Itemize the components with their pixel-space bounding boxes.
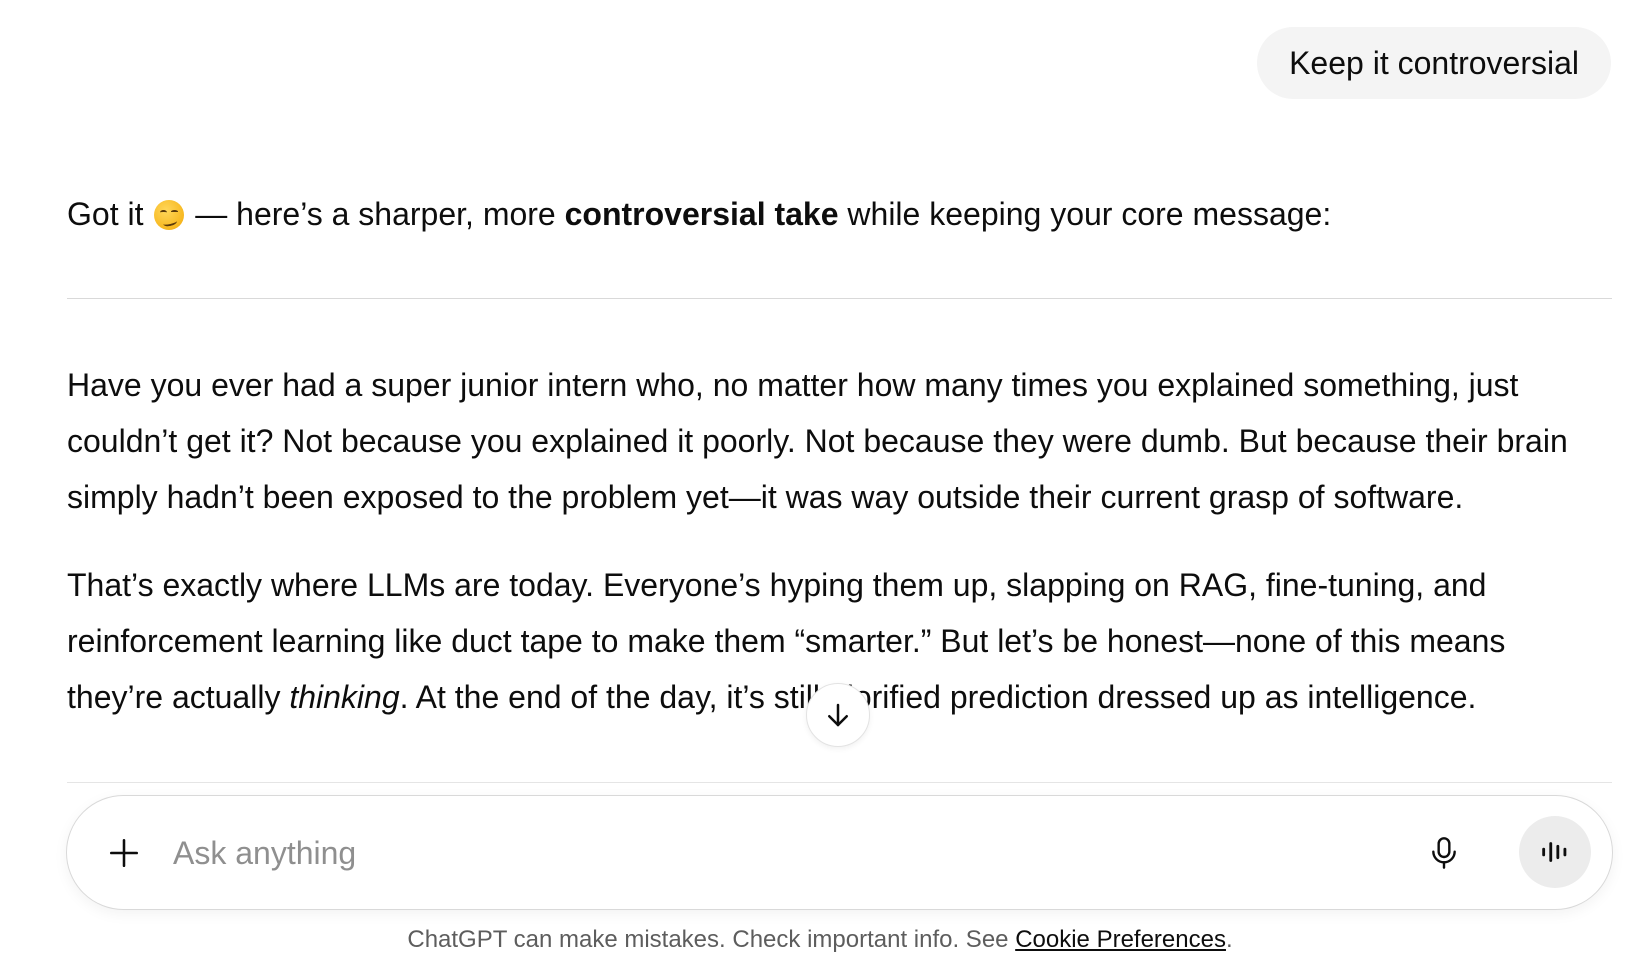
microphone-icon — [1432, 837, 1456, 869]
intro-bold-text: controversial take — [564, 196, 839, 232]
paragraph-2-italic-word: thinking — [289, 679, 400, 715]
disclaimer-text: ChatGPT can make mistakes. Check importa… — [407, 926, 1016, 953]
assistant-message: Got it — here’s a sharper, more controve… — [67, 190, 1612, 238]
horizontal-rule — [67, 298, 1612, 299]
chat-page: Keep it controversial Got it — here’s a … — [0, 0, 1640, 964]
intro-text-end: while keeping your core message: — [838, 196, 1332, 232]
paragraph-1-line-2: couldn’t get it? Not because you explain… — [67, 423, 1568, 459]
paragraph-2-line-2: reinforcement learning like duct tape to… — [67, 623, 1506, 659]
arrow-down-icon — [828, 703, 848, 727]
composer-divider — [67, 782, 1612, 783]
paragraph-2-line-3-start: they’re actually — [67, 679, 290, 715]
disclaimer-end: . — [1225, 926, 1233, 953]
assistant-intro: Got it — here’s a sharper, more controve… — [67, 190, 1612, 238]
message-composer — [66, 795, 1613, 910]
intro-text-start: Got it — [67, 196, 144, 232]
smirking-face-icon — [154, 200, 185, 230]
cookie-preferences-link[interactable]: Cookie Preferences — [1015, 926, 1226, 953]
intro-text-middle: — here’s a sharper, more — [186, 196, 565, 232]
voice-mode-button[interactable] — [1519, 816, 1591, 888]
user-message-text: Keep it controversial — [1289, 45, 1579, 81]
add-attachment-button[interactable] — [99, 828, 149, 878]
dictate-button[interactable] — [1419, 828, 1469, 878]
voice-waveform-icon — [1542, 842, 1567, 862]
paragraph-1-line-1: Have you ever had a super junior intern … — [67, 367, 1519, 403]
paragraph-1: Have you ever had a super junior intern … — [67, 357, 1627, 525]
paragraph-1-line-3: simply hadn’t been exposed to the proble… — [67, 479, 1464, 515]
plus-icon — [109, 838, 139, 868]
disclaimer-footer: ChatGPT can make mistakes. Check importa… — [0, 926, 1640, 954]
prompt-input[interactable] — [173, 826, 1373, 880]
user-message-bubble: Keep it controversial — [1257, 27, 1611, 99]
paragraph-2-line-3-end: . At the end of the day, it’s still glor… — [399, 679, 1477, 715]
paragraph-2-line-1: That’s exactly where LLMs are today. Eve… — [67, 567, 1487, 603]
scroll-to-bottom-button[interactable] — [806, 683, 870, 747]
